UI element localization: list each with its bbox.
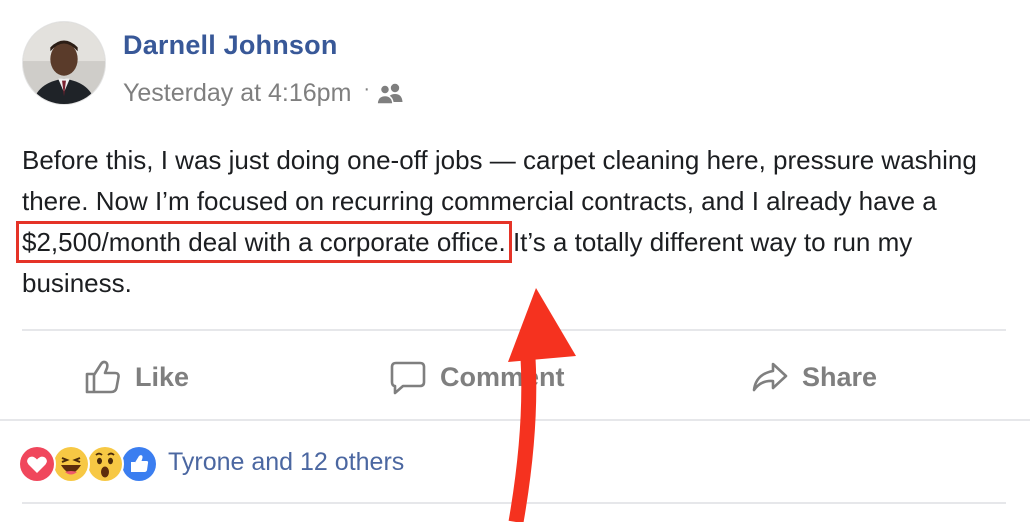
like-icon <box>120 445 158 483</box>
divider <box>0 419 1030 421</box>
divider <box>22 502 1006 504</box>
reaction-icons[interactable] <box>18 445 158 483</box>
annotation-arrow-icon <box>508 288 576 522</box>
reactions-summary-link[interactable]: Tyrone and 12 others <box>168 448 404 477</box>
like-button[interactable]: Like <box>83 355 189 399</box>
haha-icon <box>52 445 90 483</box>
author-avatar[interactable] <box>22 21 106 105</box>
friends-icon[interactable] <box>376 82 404 106</box>
love-icon <box>18 445 56 483</box>
like-label: Like <box>135 361 190 392</box>
comment-button[interactable]: Comment <box>388 355 565 399</box>
comment-label: Comment <box>440 361 565 392</box>
post-text-before: Before this, I was just doing one-off jo… <box>22 145 977 216</box>
facebook-post: Darnell Johnson Yesterday at 4:16pm · Be… <box>0 0 1030 522</box>
highlighted-text: $2,500/month deal with a corporate offic… <box>16 221 512 263</box>
wow-icon <box>86 445 124 483</box>
thumbs-up-icon <box>85 360 120 394</box>
divider <box>22 329 1006 331</box>
post-body: Before this, I was just doing one-off jo… <box>16 140 1012 304</box>
share-label: Share <box>802 361 878 392</box>
post-meta: Yesterday at 4:16pm · <box>123 78 404 108</box>
speech-bubble-icon <box>390 361 426 395</box>
author-name-link[interactable]: Darnell Johnson <box>123 30 338 61</box>
post-timestamp[interactable]: Yesterday at 4:16pm <box>123 79 351 108</box>
share-button[interactable]: Share <box>750 355 877 399</box>
meta-separator: · <box>363 78 371 100</box>
share-arrow-icon <box>752 362 788 392</box>
